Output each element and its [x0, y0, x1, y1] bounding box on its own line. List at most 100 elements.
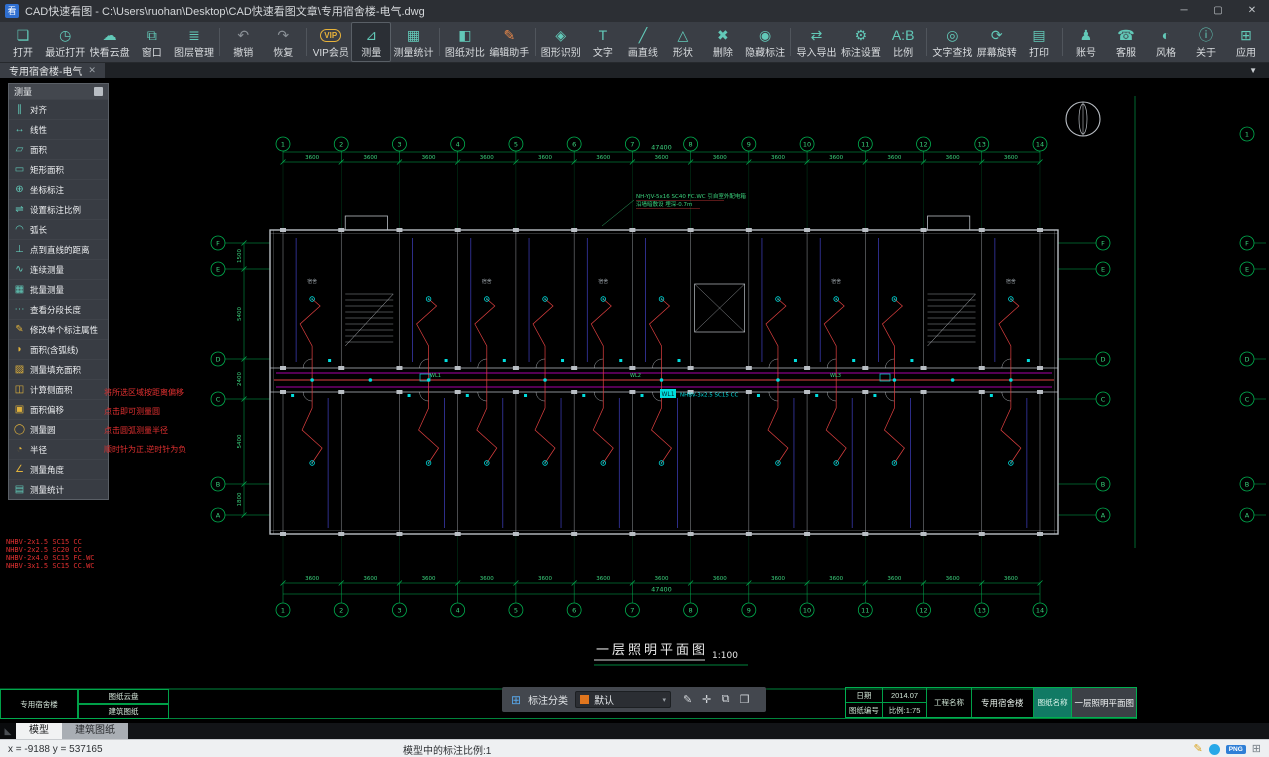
svg-text:3600: 3600: [480, 576, 494, 582]
toolbar-cloud-drive-button[interactable]: ☁快看云盘: [87, 22, 131, 62]
sheet-tab-1[interactable]: 建筑图纸: [62, 723, 128, 739]
measure-tool-linear[interactable]: ↔线性: [9, 119, 108, 139]
svg-text:3600: 3600: [363, 576, 377, 582]
measure-tool-set-scale[interactable]: ⇌设置标注比例: [9, 199, 108, 219]
toolbar-label: 快看云盘: [90, 44, 130, 59]
measure-tool-segment-length[interactable]: ⋯查看分段长度: [9, 299, 108, 319]
toolbar-screen-rotate-button[interactable]: ⟳屏幕旋转: [975, 22, 1019, 62]
measure-tool-arc-length[interactable]: ◠弧长: [9, 219, 108, 239]
measure-tool-side-area[interactable]: ◫计算侧面积: [9, 379, 108, 399]
tab-document-active[interactable]: 专用宿舍楼-电气 ✕: [0, 63, 105, 78]
measure-tool-align[interactable]: ∥对齐: [9, 99, 108, 119]
toolbar-shape-recognition-button[interactable]: ◈图形识别: [539, 22, 583, 62]
toolbar-recent-open-button[interactable]: ◷最近打开: [43, 22, 87, 62]
side-area-icon: ◫: [13, 384, 26, 395]
toolbar-redo-button[interactable]: ↷恢复: [263, 22, 303, 62]
toolbar-account-button[interactable]: ♟账号: [1066, 22, 1106, 62]
svg-text:11: 11: [861, 607, 869, 615]
toolbar-edit-assistant-button[interactable]: ✎编辑助手: [487, 22, 531, 62]
measure-tool-area-arc[interactable]: ◗面积(含弧线): [9, 339, 108, 359]
minimize-button[interactable]: ─: [1167, 0, 1201, 22]
svg-text:A: A: [1101, 512, 1106, 520]
tab-close-icon[interactable]: ✕: [88, 65, 96, 76]
sheet-tab-0[interactable]: 模型: [16, 723, 62, 739]
toolbar-style-button[interactable]: ◐风格: [1146, 22, 1186, 62]
svg-text:9: 9: [747, 607, 751, 615]
measure-tool-area[interactable]: ▱面积: [9, 139, 108, 159]
adjacent-sheet-strip: 1FEDCBA: [1135, 96, 1266, 548]
cable-spec-notes: NHBV-2x1.5 SC15 CCNHBV-2x2.5 SC20 CCNHBV…: [6, 538, 95, 570]
toolbar-window-button[interactable]: ⧉窗口: [132, 22, 172, 62]
toolbar-annotation-settings-button[interactable]: ⚙标注设置: [839, 22, 883, 62]
drawing-canvas[interactable]: 1122334455667788991010111112121313141436…: [0, 78, 1269, 723]
measure-tool-edit-annotation[interactable]: ✎修改单个标注属性: [9, 319, 108, 339]
measure-tool-measure-circle[interactable]: ◯测量圆: [9, 419, 108, 439]
tab-list-caret-icon[interactable]: ▼: [1249, 63, 1269, 78]
svg-text:3600: 3600: [829, 576, 843, 582]
toolbar-apps-button[interactable]: ⊞应用: [1226, 22, 1266, 62]
measure-tool-rect-area[interactable]: ▭矩形面积: [9, 159, 108, 179]
toolbar-undo-button[interactable]: ↶撤销: [223, 22, 263, 62]
measure-tool-point-to-line[interactable]: ⊥点到直线的距离: [9, 239, 108, 259]
toolbar-layer-manager-button[interactable]: ≣图层管理: [172, 22, 216, 62]
measure-tool-radius[interactable]: ◔半径: [9, 439, 108, 459]
toolbar-vip-member-button[interactable]: VIPVIP会员: [310, 22, 351, 62]
toolbar-print-button[interactable]: ▤打印: [1019, 22, 1059, 62]
svg-text:F: F: [1101, 240, 1105, 248]
toolbar-label: 撤销: [233, 44, 253, 59]
edit-annotation-button[interactable]: ✎: [678, 693, 697, 706]
measure-tool-batch[interactable]: ▦批量测量: [9, 279, 108, 299]
toolbar-measure-stats-button[interactable]: ▦测量统计: [391, 22, 435, 62]
category-grid-icon[interactable]: ⊞: [511, 693, 521, 707]
measure-tool-label: 修改单个标注属性: [30, 324, 98, 336]
toolbar-shapes-button[interactable]: △形状: [663, 22, 703, 62]
maximize-button[interactable]: ▢: [1201, 0, 1235, 22]
toolbar-text-search-button[interactable]: ◎文字查找: [930, 22, 974, 62]
svg-text:3600: 3600: [654, 576, 668, 582]
toolbar-hide-annotations-button[interactable]: ◉隐藏标注: [743, 22, 787, 62]
annotate-icon[interactable]: ✎: [1193, 743, 1202, 756]
batch-icon: ▦: [13, 284, 26, 295]
toolbar-support-button[interactable]: ☎客服: [1106, 22, 1146, 62]
toolbar-draw-line-button[interactable]: ╱画直线: [623, 22, 663, 62]
toolbar-scale-button[interactable]: A:B比例: [883, 22, 923, 62]
measure-tool-statistics[interactable]: ▤测量统计: [9, 479, 108, 499]
cable-note-line: NHBV-2x2.5 SC20 CC: [6, 546, 95, 554]
toolbar-delete-button[interactable]: ✖删除: [703, 22, 743, 62]
svg-text:NH-YJV-5x16 SC40 FC.WC 引自室外配电箱: NH-YJV-5x16 SC40 FC.WC 引自室外配电箱: [636, 192, 746, 200]
toolbar-drawing-compare-button[interactable]: ◧图纸对比: [443, 22, 487, 62]
svg-text:13: 13: [978, 141, 986, 149]
measure-tool-coordinate[interactable]: ⊕坐标标注: [9, 179, 108, 199]
qq-service-icon[interactable]: [1209, 744, 1220, 755]
rect-area-icon: ▭: [13, 164, 26, 175]
delete-icon: ✖: [717, 27, 729, 43]
toolbar-measure-button[interactable]: ⊿测量: [351, 22, 391, 62]
apps-grid-icon[interactable]: ⊞: [1252, 743, 1261, 756]
svg-text:3600: 3600: [771, 576, 785, 582]
measure-tool-fill-area[interactable]: ▨测量填充面积: [9, 359, 108, 379]
measure-tool-angle[interactable]: ∠测量角度: [9, 459, 108, 479]
svg-text:4: 4: [456, 141, 460, 149]
category-select[interactable]: 默认 ▾: [575, 691, 671, 708]
toolbar-about-button[interactable]: ⓘ关于: [1186, 22, 1226, 62]
measure-tool-continuous[interactable]: ∿连续测量: [9, 259, 108, 279]
panel-close-button[interactable]: [94, 87, 103, 96]
measure-tool-area-offset[interactable]: ▣面积偏移: [9, 399, 108, 419]
paste-annotation-button[interactable]: ❒: [735, 693, 754, 706]
png-export-icon[interactable]: PNG: [1226, 745, 1246, 754]
date-value: 2014.07: [883, 688, 928, 702]
svg-text:47400: 47400: [651, 586, 672, 594]
sheet-nav-button[interactable]: ◣: [0, 723, 16, 739]
close-button[interactable]: ✕: [1235, 0, 1269, 22]
toolbar-open-button[interactable]: ❏打开: [3, 22, 43, 62]
toolbar-text-button[interactable]: T文字: [583, 22, 623, 62]
copy-annotation-button[interactable]: ⧉: [716, 693, 735, 706]
toolbar-divider: [306, 28, 307, 56]
measure-tool-label: 查看分段长度: [30, 304, 81, 316]
move-annotation-button[interactable]: ✛: [697, 693, 716, 706]
svg-text:B: B: [1245, 481, 1249, 489]
tab-label: 专用宿舍楼-电气: [9, 63, 82, 78]
sheet-name-label: 图纸名称: [1034, 688, 1073, 717]
toolbar-import-export-button[interactable]: ⇄导入导出: [794, 22, 838, 62]
svg-text:A: A: [216, 512, 221, 520]
